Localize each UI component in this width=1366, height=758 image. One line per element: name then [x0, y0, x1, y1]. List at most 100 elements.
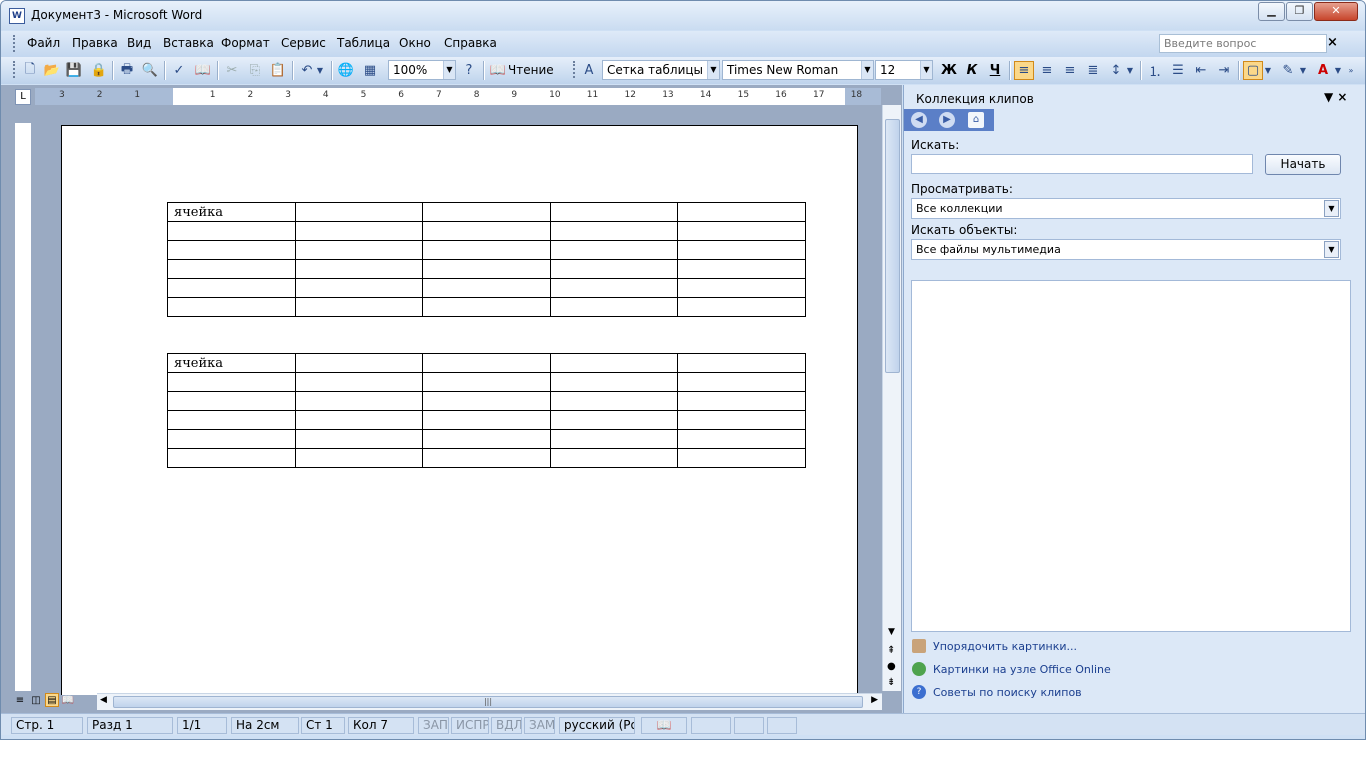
table-cell[interactable]	[167, 240, 296, 260]
maximize-button[interactable]: ❐	[1286, 2, 1313, 21]
table-cell[interactable]	[167, 410, 296, 430]
table-cell[interactable]	[549, 372, 679, 392]
table-cell[interactable]	[549, 297, 679, 317]
hyperlink-icon[interactable]: 🌐	[336, 61, 356, 80]
table-cell[interactable]	[422, 202, 551, 222]
back-icon[interactable]: ◀	[911, 112, 927, 128]
status-extend[interactable]: ВДЛ	[491, 717, 522, 734]
table-cell[interactable]	[422, 429, 551, 449]
table-cell[interactable]	[167, 372, 296, 392]
table-cell[interactable]	[294, 297, 424, 317]
table-cell[interactable]	[294, 278, 424, 298]
chevron-down-icon[interactable]: ▼	[1263, 61, 1273, 80]
style-select[interactable]: Сетка таблицы ▼	[602, 60, 720, 80]
spelling-icon[interactable]: ✓	[169, 61, 189, 80]
line-spacing-icon[interactable]: ↕	[1106, 61, 1126, 80]
horizontal-ruler[interactable]: 3 2 1 1 2 3 4 5 6 7 8 9 10 11 12 13 14 15 16 17 18	[35, 88, 881, 105]
start-button[interactable]: Начать	[1265, 154, 1341, 175]
highlight-icon[interactable]: ✎	[1278, 61, 1298, 80]
font-select[interactable]: Times New Roman ▼	[722, 60, 874, 80]
table-cell[interactable]	[294, 202, 424, 222]
new-document-icon[interactable]: 🗋	[20, 61, 40, 80]
word-app-icon[interactable]: W	[9, 8, 25, 24]
table-cell[interactable]	[677, 410, 806, 430]
document-close-icon[interactable]: ×	[1327, 35, 1338, 50]
tab-stop-selector[interactable]: L	[15, 89, 31, 105]
search-tips-link[interactable]: ? Советы по поиску клипов	[912, 685, 1082, 699]
paste-icon[interactable]: 📋	[268, 61, 288, 80]
table-cell[interactable]	[549, 202, 679, 222]
table-cell[interactable]	[294, 221, 424, 241]
menu-file[interactable]: Файл	[27, 36, 60, 50]
table-cell[interactable]	[677, 429, 806, 449]
table-cell[interactable]	[167, 391, 296, 411]
table-cell[interactable]	[422, 353, 551, 373]
table-cell[interactable]	[549, 221, 679, 241]
status-track-changes[interactable]: ИСПР	[451, 717, 489, 734]
table-cell[interactable]	[167, 278, 296, 298]
reading-button-label[interactable]: Чтение	[508, 63, 554, 77]
task-pane-menu-icon[interactable]: ▼ ×	[1324, 90, 1347, 104]
table-cell[interactable]	[549, 391, 679, 411]
collections-select[interactable]: Все коллекции ▼	[911, 198, 1341, 219]
undo-icon[interactable]: ↶	[297, 61, 317, 80]
table-cell[interactable]	[294, 353, 424, 373]
table-cell[interactable]	[549, 240, 679, 260]
numbering-icon[interactable]: ⒈	[1145, 61, 1165, 80]
browse-object-icon[interactable]: ●	[887, 661, 896, 672]
horizontal-scroll-thumb[interactable]: |||	[113, 696, 863, 708]
copy-icon[interactable]: ⎘	[245, 61, 265, 80]
menu-window[interactable]: Окно	[399, 36, 431, 50]
align-right-icon[interactable]: ≡	[1060, 61, 1080, 80]
chevron-down-icon[interactable]: ▼	[1125, 61, 1135, 80]
vertical-ruler[interactable]	[15, 123, 31, 691]
scroll-right-icon[interactable]: ▶	[871, 695, 878, 705]
menu-help[interactable]: Справка	[444, 36, 497, 50]
underline-button[interactable]: Ч	[985, 61, 1005, 80]
print-preview-icon[interactable]: 🔍	[140, 61, 160, 80]
organize-clips-link[interactable]: Упорядочить картинки...	[912, 639, 1077, 653]
table-cell[interactable]	[294, 259, 424, 279]
horizontal-scrollbar[interactable]: ◀ ||| ▶	[97, 693, 882, 710]
web-view-icon[interactable]: ◫	[29, 694, 43, 708]
results-area[interactable]	[911, 280, 1351, 632]
undo-dropdown-icon[interactable]: ▼	[315, 61, 325, 80]
table-cell[interactable]	[422, 297, 551, 317]
open-folder-icon[interactable]: 📂	[42, 61, 62, 80]
toolbar-grip[interactable]	[13, 61, 17, 78]
menu-edit[interactable]: Правка	[72, 36, 118, 50]
status-language[interactable]: русский (Ро	[559, 717, 635, 734]
menu-insert[interactable]: Вставка	[163, 36, 214, 50]
table-cell[interactable]	[294, 448, 424, 468]
bold-button[interactable]: Ж	[939, 61, 959, 80]
table-cell[interactable]	[422, 372, 551, 392]
table-cell[interactable]	[422, 259, 551, 279]
table-cell[interactable]	[294, 429, 424, 449]
table-cell[interactable]	[294, 391, 424, 411]
table-cell[interactable]	[294, 372, 424, 392]
save-icon[interactable]: 💾	[64, 61, 84, 80]
table-cell[interactable]	[677, 240, 806, 260]
research-icon[interactable]: 📖	[193, 61, 213, 80]
table-cell[interactable]	[167, 259, 296, 279]
menubar-grip[interactable]	[13, 35, 17, 52]
tables-borders-icon[interactable]: ▦	[360, 61, 380, 80]
align-left-icon[interactable]: ≡	[1014, 61, 1034, 80]
decrease-indent-icon[interactable]: ⇤	[1191, 61, 1211, 80]
document-table-2[interactable]: ячейка	[167, 353, 806, 468]
table-cell[interactable]	[677, 372, 806, 392]
menu-format[interactable]: Формат	[221, 36, 270, 50]
spelling-status-icon[interactable]: 📖	[641, 717, 687, 734]
ask-question-input[interactable]: Введите вопрос	[1159, 34, 1327, 53]
minimize-button[interactable]: ▁	[1258, 2, 1285, 21]
table-cell[interactable]	[167, 297, 296, 317]
status-record[interactable]: ЗАП	[418, 717, 449, 734]
normal-view-icon[interactable]: ≡	[13, 694, 27, 708]
next-page-icon[interactable]: ⇟	[887, 677, 895, 688]
table-cell[interactable]	[549, 353, 679, 373]
table-cell[interactable]	[422, 391, 551, 411]
table-cell[interactable]: ячейка	[167, 202, 296, 222]
table-cell[interactable]	[677, 297, 806, 317]
table-cell[interactable]	[677, 448, 806, 468]
styles-formatting-icon[interactable]: A	[579, 61, 599, 80]
